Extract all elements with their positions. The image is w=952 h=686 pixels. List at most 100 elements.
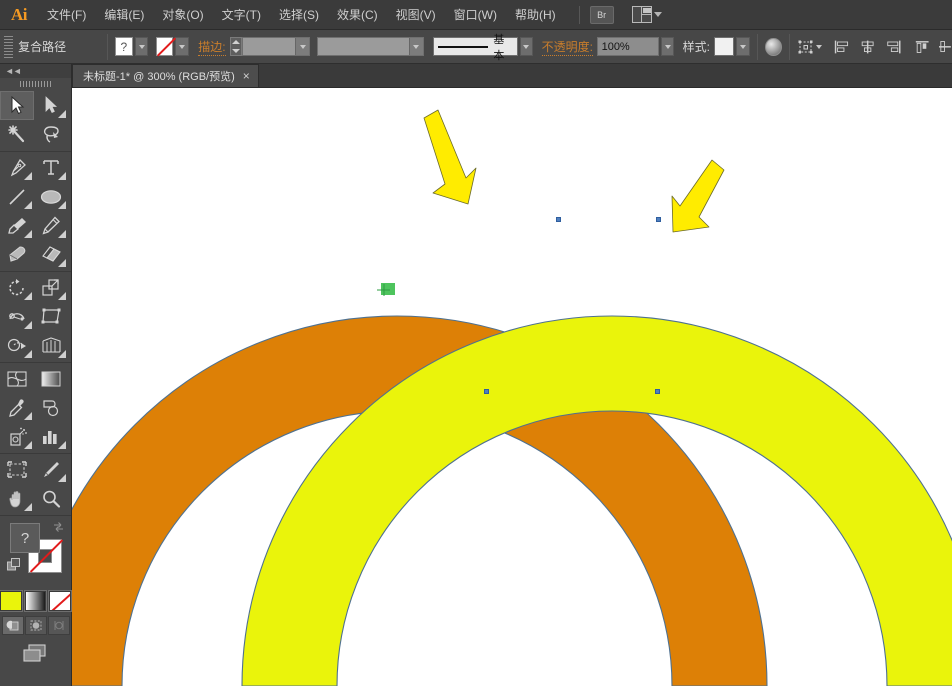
blend-tool[interactable] bbox=[34, 393, 68, 422]
line-segment-tool[interactable] bbox=[0, 182, 34, 211]
workspace-switcher[interactable] bbox=[632, 6, 662, 23]
pen-tool[interactable] bbox=[0, 153, 34, 182]
stroke-dropdown-button[interactable] bbox=[175, 37, 189, 56]
tool-group-selection bbox=[0, 90, 71, 152]
magic-wand-tool[interactable] bbox=[0, 120, 34, 149]
column-graph-tool[interactable] bbox=[34, 422, 68, 451]
type-tool[interactable] bbox=[34, 153, 68, 182]
menu-select[interactable]: 选择(S) bbox=[271, 4, 327, 26]
pencil-tool[interactable] bbox=[34, 211, 68, 240]
chevron-down-icon bbox=[295, 38, 309, 55]
eyedropper-tool[interactable] bbox=[0, 393, 34, 422]
tool-flyout-indicator bbox=[24, 292, 32, 300]
mesh-tool[interactable] bbox=[0, 364, 34, 393]
free-transform-tool[interactable] bbox=[34, 302, 68, 331]
scale-tool[interactable] bbox=[34, 273, 68, 302]
app-logo: Ai bbox=[0, 0, 38, 30]
close-icon[interactable]: × bbox=[243, 71, 250, 81]
align-vertical-center-icon[interactable] bbox=[939, 39, 952, 55]
menu-window[interactable]: 窗口(W) bbox=[446, 4, 505, 26]
gradient-tool[interactable] bbox=[34, 364, 68, 393]
menu-object[interactable]: 对象(O) bbox=[154, 4, 211, 26]
anchor-point[interactable] bbox=[655, 389, 660, 394]
zoom-tool[interactable] bbox=[34, 484, 68, 513]
bridge-button[interactable]: Br bbox=[590, 6, 614, 24]
chevron-down-icon bbox=[654, 12, 662, 17]
ellipse-tool[interactable] bbox=[34, 182, 68, 211]
align-left-icon[interactable] bbox=[833, 39, 850, 55]
stroke-weight-combo[interactable] bbox=[242, 37, 310, 56]
opacity-dropdown-button[interactable] bbox=[661, 37, 675, 56]
menu-type[interactable]: 文字(T) bbox=[214, 4, 269, 26]
menu-effect[interactable]: 效果(C) bbox=[329, 4, 386, 26]
gradient-button[interactable] bbox=[25, 591, 47, 611]
default-fill-stroke-icon[interactable] bbox=[7, 558, 21, 572]
change-screen-mode-button[interactable] bbox=[0, 643, 71, 665]
stroke-swatch-button[interactable] bbox=[156, 37, 174, 56]
tool-flyout-indicator bbox=[58, 259, 66, 267]
fill-dropdown-button[interactable] bbox=[135, 37, 149, 56]
shape-builder-tool[interactable] bbox=[0, 331, 34, 360]
slice-tool[interactable] bbox=[34, 455, 68, 484]
fill-swatch[interactable]: ? bbox=[10, 523, 40, 553]
collapse-panel-button[interactable]: ◄◄ bbox=[0, 64, 71, 78]
draw-behind-icon bbox=[29, 619, 43, 632]
perspective-grid-tool[interactable] bbox=[34, 331, 68, 360]
draw-inside-button[interactable] bbox=[48, 616, 70, 635]
tool-flyout-indicator bbox=[24, 201, 32, 209]
tool-flyout-indicator bbox=[24, 441, 32, 449]
brush-definition-combo[interactable]: 基本 bbox=[433, 37, 518, 56]
none-button[interactable] bbox=[49, 591, 71, 611]
stroke-weight-stepper[interactable] bbox=[230, 37, 242, 56]
tools-panel-gripper[interactable] bbox=[0, 78, 71, 90]
tool-flyout-indicator bbox=[58, 474, 66, 482]
transform-panel-button[interactable] bbox=[797, 39, 822, 55]
draw-normal-button[interactable] bbox=[2, 616, 24, 635]
symbol-sprayer-tool[interactable] bbox=[0, 422, 34, 451]
style-dropdown-button[interactable] bbox=[736, 37, 750, 56]
color-mode-buttons bbox=[0, 591, 71, 611]
recolor-artwork-icon[interactable] bbox=[765, 38, 782, 56]
tool-flyout-indicator bbox=[58, 172, 66, 180]
rotate-tool[interactable] bbox=[0, 273, 34, 302]
align-right-icon[interactable] bbox=[885, 39, 902, 55]
brush-dropdown-button[interactable] bbox=[520, 37, 534, 56]
stroke-label[interactable]: 描边: bbox=[198, 38, 225, 56]
hand-tool[interactable] bbox=[0, 484, 34, 513]
align-horizontal-center-icon[interactable] bbox=[859, 39, 876, 55]
menu-file[interactable]: 文件(F) bbox=[39, 4, 94, 26]
options-bar-gripper[interactable] bbox=[4, 36, 13, 58]
artboard-canvas[interactable] bbox=[72, 88, 952, 686]
menu-view[interactable]: 视图(V) bbox=[388, 4, 444, 26]
graphic-style-swatch[interactable] bbox=[714, 37, 734, 56]
eraser-tool[interactable] bbox=[34, 240, 68, 269]
direct-selection-tool[interactable] bbox=[34, 91, 68, 120]
yellow-arrow-right bbox=[672, 160, 724, 232]
paintbrush-tool[interactable] bbox=[0, 211, 34, 240]
yellow-arrow-left bbox=[424, 110, 476, 204]
anchor-point[interactable] bbox=[656, 217, 661, 222]
stroke-profile-combo[interactable] bbox=[317, 37, 423, 56]
width-tool[interactable] bbox=[0, 302, 34, 331]
menu-help[interactable]: 帮助(H) bbox=[507, 4, 564, 26]
document-tab[interactable]: 未标题-1* @ 300% (RGB/预览) × bbox=[72, 64, 259, 87]
lasso-tool[interactable] bbox=[34, 120, 68, 149]
color-button[interactable] bbox=[0, 591, 22, 611]
opacity-label[interactable]: 不透明度: bbox=[542, 38, 593, 56]
tool-group-navigation bbox=[0, 454, 71, 516]
tool-flyout-indicator bbox=[58, 230, 66, 238]
align-top-icon[interactable] bbox=[914, 39, 931, 55]
free-transform-icon bbox=[41, 307, 62, 326]
menu-edit[interactable]: 编辑(E) bbox=[96, 4, 152, 26]
anchor-point[interactable] bbox=[556, 217, 561, 222]
selection-tool[interactable] bbox=[0, 91, 34, 120]
swap-fill-stroke-icon[interactable] bbox=[52, 521, 65, 534]
stepper-down-icon bbox=[232, 49, 240, 53]
anchor-point[interactable] bbox=[484, 389, 489, 394]
draw-behind-button[interactable] bbox=[25, 616, 47, 635]
blob-brush-icon bbox=[7, 245, 28, 265]
artboard-tool[interactable] bbox=[0, 455, 34, 484]
fill-swatch-button[interactable]: ? bbox=[115, 37, 133, 56]
opacity-input[interactable]: 100% bbox=[597, 37, 659, 56]
blob-brush-tool[interactable] bbox=[0, 240, 34, 269]
